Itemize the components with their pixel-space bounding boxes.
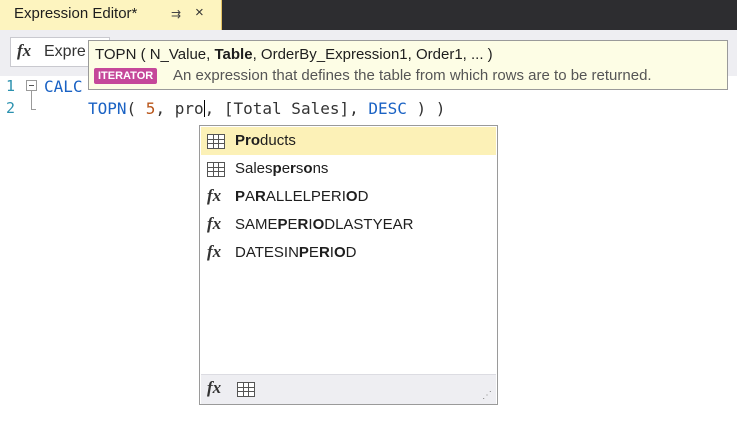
signature-suffix: , OrderBy_Expression1, Order1, ... ) xyxy=(252,46,493,63)
code-line-2: TOPN( 5, pro, [Total Sales], DESC ) ) xyxy=(88,99,445,119)
function-topn: TOPN xyxy=(88,99,127,118)
title-bar: Expression Editor* ⇉ × xyxy=(0,0,737,30)
suggestion-parallelperiod[interactable]: fx PARALLELPERIOD xyxy=(201,183,496,211)
keyword-desc: DESC xyxy=(368,99,407,118)
function-icon: fx xyxy=(207,214,222,233)
code-line-1: CALC xyxy=(44,77,83,97)
keyword-calculate: CALC xyxy=(44,77,83,96)
measure-selector-label: Expre xyxy=(44,43,86,60)
close-icon[interactable]: × xyxy=(195,4,204,21)
function-icon: fx xyxy=(207,242,222,261)
pin-icon[interactable]: ⇉ xyxy=(171,7,181,21)
suggestion-label: SAMEPERIODLASTYEAR xyxy=(235,216,414,233)
table-icon xyxy=(207,162,225,177)
signature-prefix: TOPN ( N_Value, xyxy=(95,46,215,63)
suggestion-sameperiodlastyear[interactable]: fx SAMEPERIODLASTYEAR xyxy=(201,211,496,239)
line-number-1: 1 xyxy=(6,77,16,95)
line-number-gutter xyxy=(0,76,40,424)
suggestion-products[interactable]: Products xyxy=(201,127,496,155)
suggestion-salespersons[interactable]: Salespersons xyxy=(201,155,496,183)
autocomplete-list: Products Salespersons fx PARALLELPERIOD … xyxy=(199,125,498,405)
fold-guide-end xyxy=(31,109,36,110)
code-paren: ( xyxy=(126,99,146,118)
typed-text: pro xyxy=(174,99,204,118)
collapse-icon[interactable] xyxy=(26,80,37,91)
parameter-description: An expression that defines the table fro… xyxy=(173,67,652,84)
line-number-2: 2 xyxy=(6,99,16,117)
suggestion-label: PARALLELPERIOD xyxy=(235,188,369,205)
iterator-badge: ITERATOR xyxy=(94,68,158,84)
code-comma: , xyxy=(155,99,175,118)
signature-current-param: Table xyxy=(214,46,253,63)
tab-title: Expression Editor* xyxy=(14,5,138,22)
fx-icon: fx xyxy=(17,41,32,60)
code-number: 5 xyxy=(145,99,156,118)
table-icon xyxy=(207,134,225,149)
tab-expression-editor[interactable]: Expression Editor* ⇉ × xyxy=(0,0,222,30)
code-args: , [Total Sales], xyxy=(204,99,369,118)
code-close-parens: ) ) xyxy=(406,99,446,118)
suggestion-label: Salespersons xyxy=(235,160,329,177)
signature-tooltip: TOPN ( N_Value, Table, OrderBy_Expressio… xyxy=(88,40,728,90)
suggestion-datesinperiod[interactable]: fx DATESINPERIOD xyxy=(201,239,496,267)
resize-grip-icon[interactable]: ⋰ xyxy=(482,390,492,401)
function-signature: TOPN ( N_Value, Table, OrderBy_Expressio… xyxy=(95,46,493,63)
fold-guide xyxy=(31,91,32,109)
suggestion-label: Products xyxy=(235,132,296,149)
autocomplete-footer: fx ⋰ xyxy=(201,374,496,404)
suggestion-label: DATESINPERIOD xyxy=(235,244,357,261)
filter-functions-icon[interactable]: fx xyxy=(207,378,221,398)
filter-tables-icon[interactable] xyxy=(237,382,255,397)
function-icon: fx xyxy=(207,186,222,205)
